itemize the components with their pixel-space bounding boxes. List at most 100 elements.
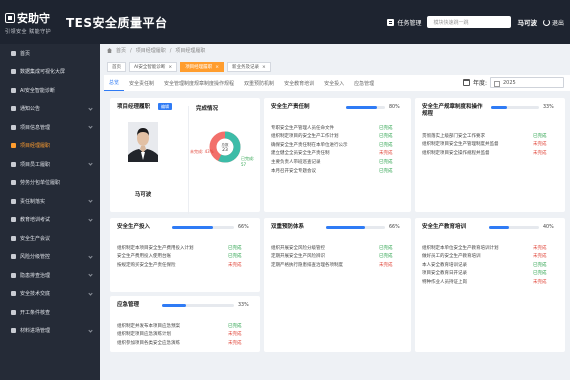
project-manager-card: 项目经理履职 编辑 马可波 完成情况 总数 23 未完成: 43% 已完成: 5… (110, 98, 260, 214)
sidebar-item[interactable]: 材料进场管理 (0, 322, 100, 341)
task-row[interactable]: 本人安全教育培训记录 已完成 (422, 261, 557, 268)
module-tab[interactable]: 安全教育培训 (279, 75, 319, 91)
module-tab[interactable]: 安全责任制 (124, 75, 159, 91)
monitor-icon (11, 69, 16, 75)
task-row[interactable]: 主要负责人带班巡查记录 已完成 (271, 158, 403, 165)
task-text: 组织参加项目各类安全应急演练 (117, 340, 180, 346)
task-row[interactable]: 做好员工的安全生产教育培训 未完成 (422, 253, 557, 260)
task-status: 已完成 (379, 168, 393, 174)
progress-percent: 33% (238, 303, 249, 308)
task-text: 组织制定本项目安全生产费用投入计划 (117, 245, 194, 251)
task-status: 已完成 (379, 254, 393, 260)
task-text: 组织制定并发布本项目应急预案 (117, 323, 180, 329)
ai-icon (11, 87, 16, 93)
module-tab[interactable]: 安全管理制度规章制度操作规程 (159, 75, 239, 91)
task-row[interactable]: 组织制定项目安全生产管理制度并监督 未完成 (422, 141, 557, 148)
progress-bar (162, 304, 234, 307)
edit-button[interactable]: 编辑 (158, 103, 172, 110)
module-tab[interactable]: 总览 (104, 75, 125, 91)
sidebar-item[interactable]: 首页 (0, 44, 100, 63)
sidebar-item-label: AI安全智能诊断 (20, 87, 55, 94)
sidebar-item[interactable]: 责任制落实 (0, 192, 100, 211)
sidebar-item[interactable]: 项目员工履职 (0, 155, 100, 174)
close-icon[interactable]: × (215, 65, 219, 70)
progress-fill (346, 106, 378, 109)
task-row[interactable]: 组织制定并发布本项目应急预案 已完成 (117, 322, 252, 329)
module-tab[interactable]: 应急管理 (349, 75, 379, 91)
module-search-input[interactable]: 模块快速跳一跳 (427, 16, 512, 28)
progress-bar (489, 226, 539, 229)
task-row[interactable]: 项目安全教育日开记录 已完成 (422, 270, 557, 277)
folder-icon (11, 124, 16, 130)
done-label: 已完成: 57 (241, 156, 255, 167)
system-title: TES安全质量平台 (66, 15, 168, 30)
progress-bar (172, 226, 234, 229)
module-tab[interactable]: 安全投入 (319, 75, 349, 91)
task-row[interactable]: 专职安全生产管理人员任命文件 已完成 (271, 124, 403, 131)
sidebar-item[interactable]: 教育培训考试 (0, 211, 100, 230)
user-name[interactable]: 马可波 (517, 17, 537, 27)
task-row[interactable]: 按规定购买安全生产责任保险 未完成 (117, 261, 252, 268)
task-row[interactable]: 安全生产费用投入使用台账 已完成 (117, 253, 252, 260)
open-tab[interactable]: AI安全智能诊断 × (129, 62, 178, 72)
open-tab[interactable]: 首页 (107, 62, 126, 72)
sidebar-item[interactable]: 通知公告 (0, 100, 100, 119)
task-row[interactable]: 组织制定项目应急演练计划 未完成 (117, 331, 252, 338)
task-text: 定期严格执行隐患排查治理各项制度 (271, 262, 343, 268)
close-icon[interactable]: × (262, 65, 266, 70)
sidebar-item[interactable]: 隐患排查治理 (0, 266, 100, 285)
sidebar-item-label: 开工条件核查 (20, 309, 51, 316)
breadcrumb-current: 项目经理履职 (175, 48, 206, 54)
task-row[interactable]: 本月召开安全专题会议 已完成 (271, 167, 403, 174)
building-icon (11, 180, 16, 186)
progress-fill (172, 226, 213, 229)
sidebar-item[interactable]: 数据集成可视化大屏 (0, 63, 100, 82)
task-management-button[interactable]: 任务管理 (387, 18, 421, 27)
task-row[interactable]: 组织制定项目安全操作规程并监督 未完成 (422, 149, 557, 156)
sidebar-item[interactable]: 项目信息管理 (0, 118, 100, 137)
sidebar-item[interactable]: 劳务分包单位履职 (0, 174, 100, 193)
progress-fill (489, 226, 509, 229)
task-status: 未完成 (533, 142, 547, 148)
task-status: 未完成 (379, 151, 393, 157)
sidebar-item[interactable]: 安全技术交底 (0, 285, 100, 304)
bell-icon (11, 106, 16, 112)
task-row[interactable]: 定期开展安全生产风险辨识 已完成 (271, 253, 403, 260)
open-tab[interactable]: 新业务及记录 × (226, 62, 271, 72)
breadcrumb-item[interactable]: 项目经理履职 (136, 47, 166, 54)
sidebar-item[interactable]: 安全生产会议 (0, 229, 100, 248)
sidebar-item[interactable]: 开工条件核查 (0, 303, 100, 322)
task-status: 已完成 (533, 262, 547, 268)
prevention-card: 双重预防体系 66% 组织开展安全风险分级管控 已完成 定期开展安全生产风险辨识 已完成定… (264, 218, 411, 352)
sidebar-item-label: 材料进场管理 (20, 328, 51, 335)
module-tab[interactable]: 双重预防机制 (239, 75, 279, 91)
manager-name: 马可波 (134, 192, 152, 198)
sidebar-item[interactable]: AI安全智能诊断 (0, 81, 100, 100)
task-row[interactable]: 定期严格执行隐患排查治理各项制度 未完成 (271, 261, 403, 268)
book-icon (11, 217, 16, 223)
task-row[interactable]: 组织参加项目各类安全应急演练 未完成 (117, 339, 252, 346)
task-row[interactable]: 组织开展安全风险分级管控 已完成 (271, 244, 403, 251)
meeting-icon (11, 235, 16, 241)
task-row[interactable]: 建立健全全员安全生产责任制 未完成 (271, 150, 403, 157)
logout-button[interactable]: 退出 (542, 18, 564, 27)
sidebar-item-label: 项目员工履职 (20, 161, 51, 168)
open-tab-label: 项目经理履职 (185, 65, 213, 70)
task-row[interactable]: 组织制定本单位安全生产教育培训计划 未完成 (422, 244, 557, 251)
sidebar-item[interactable]: 风险分级管控 (0, 248, 100, 267)
task-row[interactable]: 特种作业人员持证上岗 未完成 (422, 278, 557, 285)
year-value: 2025 (503, 79, 516, 86)
task-row[interactable]: 贯彻落实上级部门安全工作要求 已完成 (422, 132, 557, 139)
breadcrumb-item[interactable]: 首页 (116, 47, 126, 54)
close-icon[interactable]: × (168, 65, 172, 70)
task-status: 已完成 (379, 245, 393, 251)
task-row[interactable]: 确保安全生产责任制在本单位进行公示 已完成 (271, 141, 403, 148)
sidebar-item[interactable]: 项目经理履职 (0, 137, 100, 156)
module-search-placeholder: 模块快速跳一跳 (433, 19, 469, 26)
task-text: 组织制定项目安全生产管理制度并监督 (422, 142, 499, 148)
open-tab[interactable]: 项目经理履职 × (180, 62, 224, 72)
year-select[interactable]: 2025 (490, 77, 564, 88)
open-tab-label: 新业务及记录 (231, 65, 259, 70)
task-row[interactable]: 组织制定本项目安全生产费用投入计划 已完成 (117, 244, 252, 251)
task-row[interactable]: 组织制定项目的安全生产工作计划 已完成 (271, 133, 403, 140)
